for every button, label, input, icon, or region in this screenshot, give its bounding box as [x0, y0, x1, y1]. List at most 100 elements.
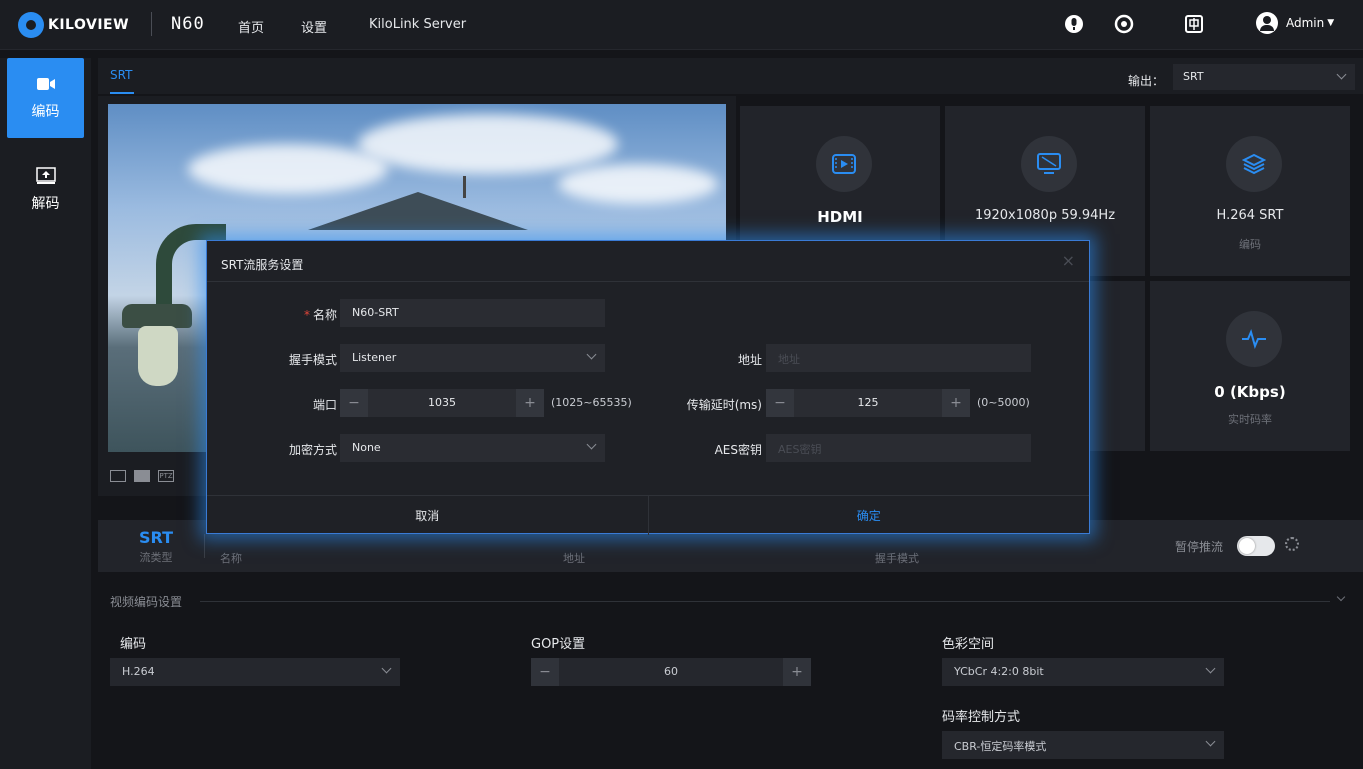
caret-down-icon: ▼: [1327, 18, 1335, 28]
codec-select-value: H.264: [122, 665, 155, 678]
address-label: 地址: [737, 353, 762, 367]
aes-key-label: AES密钥: [714, 443, 762, 457]
output-value: SRT: [1183, 70, 1204, 83]
address-input[interactable]: 地址: [766, 344, 1031, 372]
chevron-down-icon: [1205, 663, 1216, 674]
rate-control-value: CBR-恒定码率模式: [954, 740, 1047, 753]
resolution-value: 1920x1080p 59.94Hz: [974, 208, 1116, 223]
codec-value: H.264 SRT: [1216, 208, 1284, 223]
divider: [151, 12, 152, 36]
confirm-button[interactable]: 确定: [649, 496, 1090, 535]
latency-label: 传输延时(ms): [686, 398, 762, 412]
nav-kilolink-server[interactable]: KiloLink Server: [369, 17, 466, 32]
microphone-icon[interactable]: [1064, 14, 1084, 34]
gear-icon[interactable]: [1285, 537, 1299, 551]
bitrate-label: 实时码率: [1228, 413, 1272, 426]
tab-indicator: [110, 92, 134, 94]
divider: [204, 534, 205, 558]
user-name: Admin: [1286, 16, 1325, 30]
stream-name-label: 名称: [220, 552, 242, 565]
avatar-icon: [1256, 12, 1278, 34]
chevron-down-icon: [586, 349, 597, 360]
minus-icon[interactable]: −: [766, 389, 794, 417]
port-range-hint: (1025~65535): [551, 396, 632, 409]
dialog-footer: 取消 确定: [207, 495, 1089, 535]
aes-key-input[interactable]: AES密钥: [766, 434, 1031, 462]
chevron-down-icon[interactable]: [1336, 592, 1346, 602]
bitrate-value: 0 (Kbps): [1214, 383, 1286, 401]
user-menu[interactable]: Admin ▼: [1256, 12, 1334, 34]
color-space-value: YCbCr 4:2:0 8bit: [954, 665, 1044, 678]
section-title: 视频编码设置: [110, 595, 183, 609]
pause-stream-label: 暂停推流: [1175, 540, 1224, 554]
port-label: 端口: [312, 398, 337, 412]
nav-home[interactable]: 首页: [238, 17, 264, 36]
name-label: * 名称: [267, 306, 337, 323]
encryption-select[interactable]: None: [340, 434, 605, 462]
top-bar: KILOVIEW N60 首页 设置 KiloLink Server Admin…: [0, 0, 1363, 50]
device-model: N60: [171, 14, 205, 34]
stream-type-label: 流类型: [139, 551, 173, 564]
port-value[interactable]: 1035: [368, 389, 516, 417]
srt-settings-dialog: SRT流服务设置 × * 名称 N60-SRT 握手模式 Listener 地址 …: [206, 240, 1090, 535]
tab-srt[interactable]: SRT: [110, 68, 132, 82]
brand-logo[interactable]: KILOVIEW: [18, 11, 129, 39]
stream-mode-label: 握手模式: [875, 552, 919, 565]
pulse-icon: [1226, 311, 1282, 367]
input-source: HDMI: [817, 208, 863, 226]
layout-icon[interactable]: [110, 470, 126, 482]
name-input[interactable]: N60-SRT: [340, 299, 605, 327]
layers-icon: [1226, 136, 1282, 192]
pause-stream-toggle[interactable]: [1237, 536, 1275, 556]
latency-stepper: − 125 +: [766, 389, 970, 417]
card-codec: H.264 SRT 编码: [1150, 106, 1350, 276]
gop-stepper: − 60 +: [531, 658, 811, 686]
divider: [200, 601, 1330, 602]
preview-toolbar: PTZ: [110, 470, 174, 482]
monitor-icon: [1021, 136, 1077, 192]
plus-icon[interactable]: +: [942, 389, 970, 417]
codec-select[interactable]: H.264: [110, 658, 400, 686]
gop-value[interactable]: 60: [559, 658, 783, 686]
ptz-icon[interactable]: PTZ: [158, 470, 174, 482]
logo-icon: [18, 12, 44, 38]
name-label-text: 名称: [312, 308, 337, 322]
sidebar: 编码 解码: [0, 58, 91, 769]
split-icon[interactable]: [134, 470, 150, 482]
latency-range-hint: (0~5000): [977, 396, 1030, 409]
minus-icon[interactable]: −: [531, 658, 559, 686]
language-icon[interactable]: [1184, 14, 1204, 34]
chevron-down-icon: [586, 439, 597, 450]
cancel-button[interactable]: 取消: [207, 496, 649, 535]
sidebar-item-decode[interactable]: 解码: [7, 150, 84, 230]
chevron-down-icon: [381, 663, 392, 674]
support-icon[interactable]: [1114, 14, 1134, 34]
upload-icon: [35, 167, 56, 184]
encryption-label: 加密方式: [288, 443, 337, 457]
rate-control-select[interactable]: CBR-恒定码率模式: [942, 731, 1224, 759]
sidebar-item-encode[interactable]: 编码: [7, 58, 84, 138]
latency-value[interactable]: 125: [794, 389, 942, 417]
color-space-select[interactable]: YCbCr 4:2:0 8bit: [942, 658, 1224, 686]
minus-icon[interactable]: −: [340, 389, 368, 417]
close-icon[interactable]: ×: [1062, 251, 1075, 270]
stream-type-value: SRT: [138, 528, 174, 547]
stream-type: SRT 流类型: [110, 528, 202, 565]
brand-name: KILOVIEW: [48, 17, 130, 33]
required-marker: *: [303, 308, 310, 322]
handshake-mode-select[interactable]: Listener: [340, 344, 605, 372]
video-input-icon: [816, 136, 872, 192]
nav-settings[interactable]: 设置: [301, 17, 327, 36]
codec-label: 编码: [120, 637, 147, 652]
output-label: 输出：: [1128, 74, 1165, 88]
handshake-mode-label: 握手模式: [288, 353, 337, 367]
dialog-title: SRT流服务设置: [221, 258, 304, 272]
rate-control-label: 码率控制方式: [942, 710, 1021, 725]
output-select[interactable]: SRT: [1173, 64, 1355, 90]
main-header: SRT 输出： SRT: [98, 58, 1363, 94]
gop-label: GOP设置: [531, 637, 586, 652]
codec-label: 编码: [1239, 238, 1261, 251]
plus-icon[interactable]: +: [783, 658, 811, 686]
plus-icon[interactable]: +: [516, 389, 544, 417]
sidebar-item-label: 编码: [31, 104, 60, 120]
